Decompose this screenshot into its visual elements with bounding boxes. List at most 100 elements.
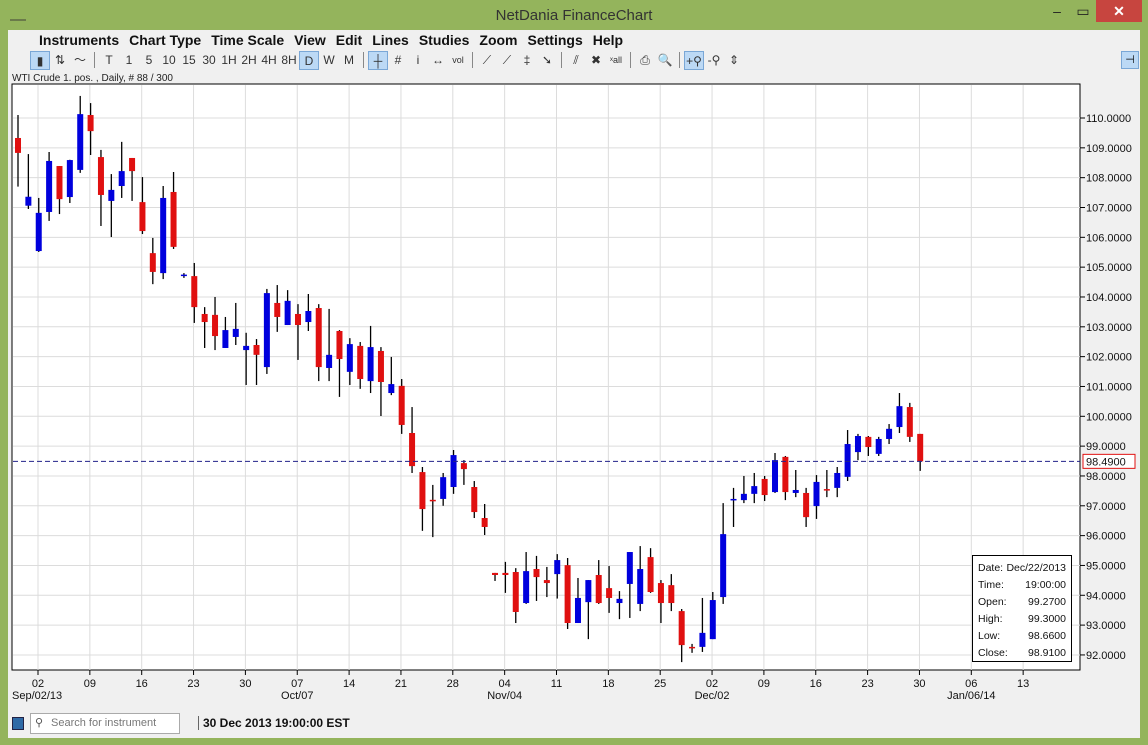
candle-up <box>772 460 779 493</box>
candle-down <box>906 407 913 437</box>
open-label: Open: <box>978 596 1007 608</box>
y-tick-label: 94.0000 <box>1086 590 1126 602</box>
x-tick-label: 23 <box>187 678 199 690</box>
candle-down <box>315 308 322 368</box>
candle-up <box>35 212 42 252</box>
time-value: 19:00:00 <box>1025 579 1066 591</box>
candle-down <box>512 572 519 612</box>
candle-up <box>222 330 229 348</box>
candle-down <box>253 345 260 355</box>
search-icon: ⚲ <box>35 717 44 729</box>
x-tick-label: 21 <box>395 678 407 690</box>
candle-up <box>66 160 73 198</box>
high-value: 99.3000 <box>1028 613 1066 625</box>
x-tick-label: 30 <box>239 678 251 690</box>
candle-up <box>118 171 125 187</box>
candle-up <box>834 472 841 488</box>
y-tick-label: 109.0000 <box>1086 143 1132 155</box>
candle-up <box>523 571 530 604</box>
x-month-label: Dec/02 <box>695 690 730 702</box>
candle-down <box>689 646 696 649</box>
y-tick-label: 100.0000 <box>1086 411 1132 423</box>
y-tick-label: 93.0000 <box>1086 620 1126 632</box>
candle-up <box>896 406 903 428</box>
search-placeholder: Search for instrument <box>51 717 157 729</box>
candle-down <box>481 518 488 527</box>
candle-up <box>77 114 84 170</box>
candle-up <box>626 552 633 584</box>
candle-down <box>170 191 177 247</box>
candle-down <box>543 580 550 584</box>
candle-up <box>326 354 333 368</box>
y-tick-label: 106.0000 <box>1086 232 1132 244</box>
candle-down <box>212 314 219 337</box>
candle-up <box>574 597 581 624</box>
candle-down <box>429 499 436 502</box>
candle-down <box>502 572 509 575</box>
close-label: Close: <box>978 647 1008 659</box>
x-tick-label: 14 <box>343 678 355 690</box>
y-tick-label: 107.0000 <box>1086 202 1132 214</box>
candle-down <box>647 557 654 592</box>
candle-up <box>46 160 53 212</box>
candle-up <box>305 311 312 323</box>
x-tick-label: 16 <box>136 678 148 690</box>
x-tick-label: 11 <box>551 678 562 690</box>
candle-up <box>637 569 644 604</box>
x-tick-label: 07 <box>291 678 303 690</box>
candle-down <box>803 492 810 518</box>
candle-down <box>533 569 540 578</box>
candle-up <box>585 580 592 603</box>
x-tick-label: 09 <box>758 678 770 690</box>
candle-down <box>336 330 343 360</box>
instrument-search-input[interactable]: ⚲ Search for instrument <box>30 713 180 734</box>
candle-down <box>761 478 768 496</box>
candle-down <box>595 574 602 604</box>
low-label: Low: <box>978 630 1001 642</box>
y-tick-label: 96.0000 <box>1086 531 1126 543</box>
candle-up <box>263 293 270 368</box>
candle-up <box>108 189 115 201</box>
candle-down <box>668 585 675 604</box>
color-square-icon[interactable] <box>12 717 24 730</box>
candle-up <box>346 344 353 372</box>
candle-down <box>678 611 685 646</box>
candle-down <box>492 572 499 575</box>
candle-down <box>56 166 63 200</box>
candle-up <box>367 347 374 382</box>
candle-up <box>180 274 187 277</box>
candle-up <box>616 598 623 604</box>
candle-up <box>854 435 861 453</box>
candle-down <box>460 463 467 470</box>
candle-up <box>699 632 706 647</box>
candle-up <box>284 300 291 326</box>
candle-down <box>139 202 146 232</box>
candle-down <box>274 302 281 317</box>
x-tick-label: 13 <box>1017 678 1029 690</box>
y-tick-label: 99.0000 <box>1086 441 1126 453</box>
candle-down <box>782 456 789 493</box>
x-tick-label: 23 <box>861 678 873 690</box>
y-tick-label: 110.0000 <box>1086 113 1131 125</box>
status-bar: ⚲ Search for instrument 30 Dec 2013 19:00… <box>8 712 1140 736</box>
candle-down <box>419 472 426 510</box>
y-tick-label: 95.0000 <box>1086 560 1126 572</box>
x-tick-label: 18 <box>602 678 614 690</box>
candle-up <box>844 444 851 477</box>
close-value: 98.9100 <box>1028 647 1066 659</box>
candle-down <box>657 583 664 604</box>
candle-down <box>471 486 478 513</box>
x-tick-label: 30 <box>913 678 925 690</box>
candle-down <box>149 253 156 272</box>
candle-up <box>450 455 457 487</box>
candle-up <box>554 560 561 575</box>
time-label: Time: <box>978 579 1004 591</box>
high-label: High: <box>978 613 1003 625</box>
candle-up <box>751 486 758 494</box>
current-datetime: 30 Dec 2013 19:00:00 EST <box>198 716 350 730</box>
candle-up <box>25 196 32 206</box>
x-month-label: Nov/04 <box>487 690 522 702</box>
candle-up <box>232 328 239 337</box>
x-tick-label: 04 <box>499 678 511 690</box>
candle-down <box>357 345 364 380</box>
